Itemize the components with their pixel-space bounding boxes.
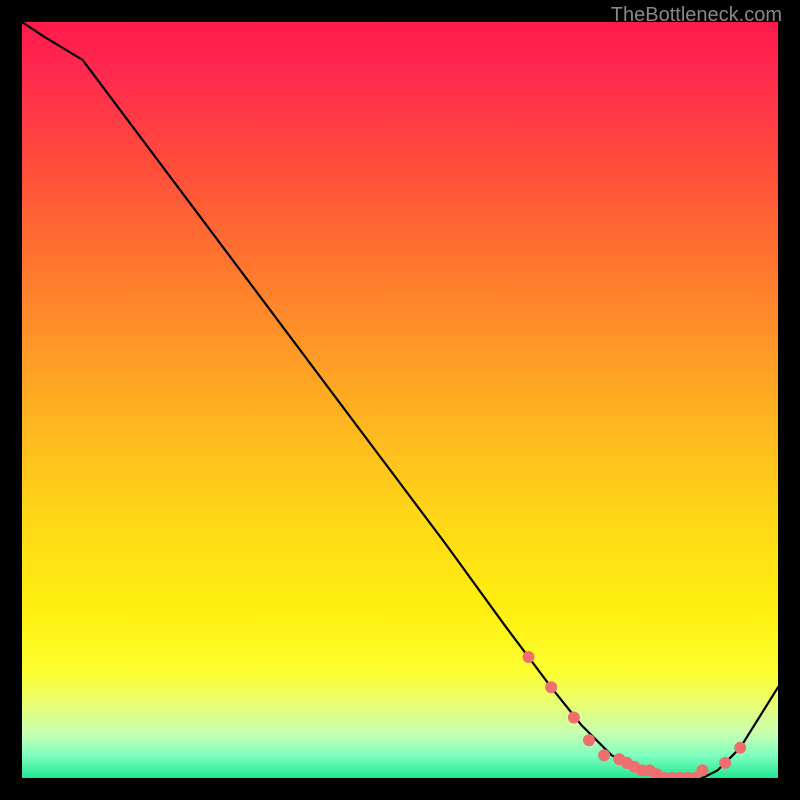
plot-area bbox=[22, 22, 778, 778]
highlight-dot bbox=[598, 749, 610, 761]
chart-svg bbox=[22, 22, 778, 778]
highlight-dots bbox=[523, 651, 747, 778]
bottleneck-curve bbox=[22, 22, 778, 778]
highlight-dot bbox=[545, 681, 557, 693]
highlight-dot bbox=[719, 757, 731, 769]
highlight-dot bbox=[568, 712, 580, 724]
watermark-text: TheBottleneck.com bbox=[611, 4, 782, 27]
highlight-dot bbox=[583, 734, 595, 746]
highlight-dot bbox=[734, 742, 746, 754]
highlight-dot bbox=[523, 651, 535, 663]
highlight-dot bbox=[696, 764, 708, 776]
